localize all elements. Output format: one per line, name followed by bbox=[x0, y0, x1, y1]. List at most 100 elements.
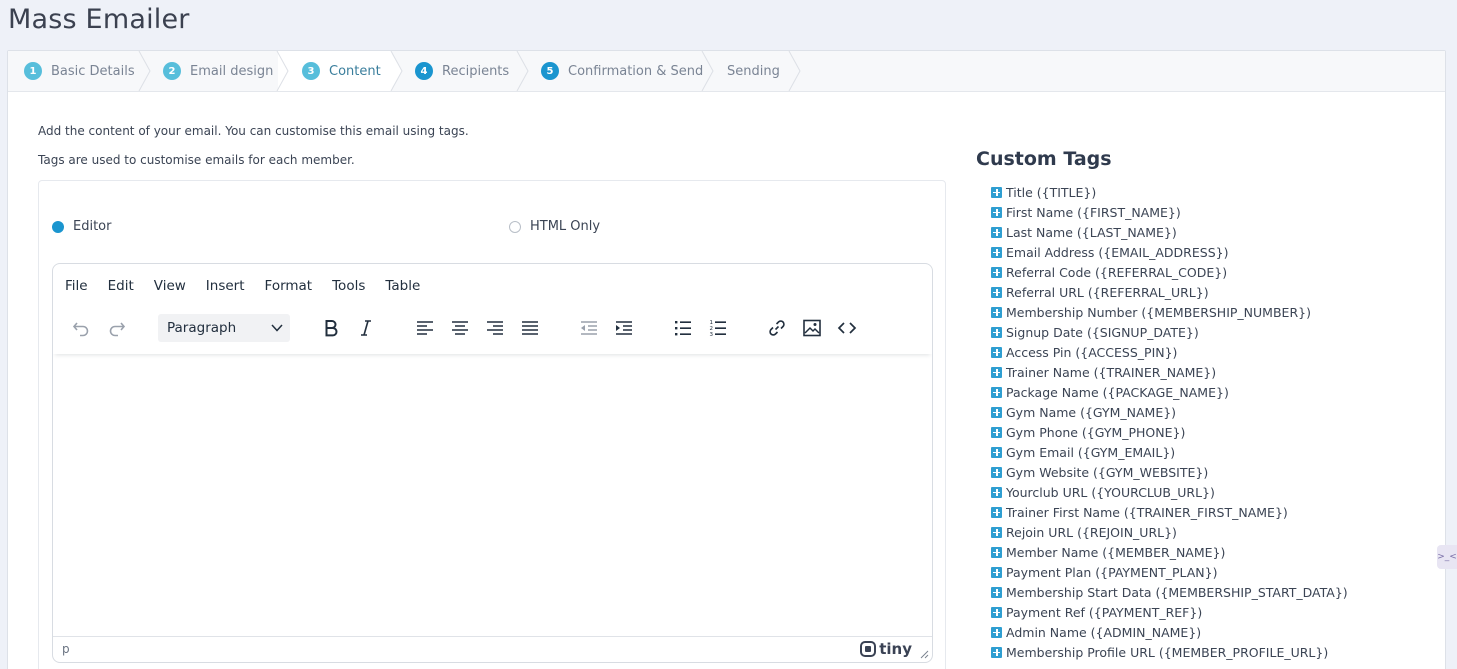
tag-item[interactable]: Gym Name ({GYM_NAME}) bbox=[991, 402, 1348, 422]
plus-icon[interactable] bbox=[991, 486, 1002, 498]
radio-selected-icon[interactable] bbox=[52, 220, 64, 233]
menu-insert[interactable]: Insert bbox=[206, 278, 245, 294]
step-separator-icon bbox=[138, 51, 151, 91]
menu-view[interactable]: View bbox=[154, 278, 186, 294]
plus-icon[interactable] bbox=[991, 566, 1002, 578]
tag-item[interactable]: Title ({TITLE}) bbox=[991, 182, 1348, 202]
menu-tools[interactable]: Tools bbox=[332, 278, 365, 294]
tag-item[interactable]: Admin Name ({ADMIN_NAME}) bbox=[991, 622, 1348, 642]
align-right-button[interactable] bbox=[481, 314, 509, 342]
menu-format[interactable]: Format bbox=[265, 278, 313, 294]
tag-item[interactable]: Membership Number ({MEMBERSHIP_NUMBER}) bbox=[991, 302, 1348, 322]
plus-icon[interactable] bbox=[991, 406, 1002, 418]
align-center-button[interactable] bbox=[446, 314, 474, 342]
plus-icon[interactable] bbox=[991, 426, 1002, 438]
mode-editor-label: Editor bbox=[73, 219, 112, 234]
tag-item[interactable]: Referral Code ({REFERRAL_CODE}) bbox=[991, 262, 1348, 282]
insert-image-button[interactable] bbox=[798, 314, 826, 342]
plus-icon[interactable] bbox=[991, 466, 1002, 478]
element-path[interactable]: p bbox=[62, 642, 70, 656]
tiny-branding[interactable]: tiny bbox=[860, 640, 912, 658]
mode-html-option[interactable]: HTML Only bbox=[509, 219, 600, 234]
source-code-button[interactable] bbox=[833, 314, 861, 342]
redo-icon bbox=[109, 322, 126, 337]
align-left-icon bbox=[417, 321, 433, 335]
wizard-step-content[interactable]: 3 Content bbox=[302, 51, 381, 91]
italic-icon bbox=[361, 320, 371, 336]
feedback-widget-tab[interactable]: >_< bbox=[1437, 545, 1457, 569]
tag-item[interactable]: First Name ({FIRST_NAME}) bbox=[991, 202, 1348, 222]
tag-item[interactable]: Email Address ({EMAIL_ADDRESS}) bbox=[991, 242, 1348, 262]
plus-icon[interactable] bbox=[991, 526, 1002, 538]
editor-statusbar: p tiny bbox=[53, 636, 932, 662]
plus-icon[interactable] bbox=[991, 646, 1002, 658]
plus-icon[interactable] bbox=[991, 186, 1002, 198]
tag-item[interactable]: Payment Plan ({PAYMENT_PLAN}) bbox=[991, 562, 1348, 582]
mode-editor-option[interactable]: Editor bbox=[52, 219, 111, 234]
plus-icon[interactable] bbox=[991, 586, 1002, 598]
tag-item[interactable]: Rejoin URL ({REJOIN_URL}) bbox=[991, 522, 1348, 542]
wizard-step-confirmation[interactable]: 5 Confirmation & Send bbox=[541, 51, 703, 91]
menu-edit[interactable]: Edit bbox=[108, 278, 134, 294]
insert-link-button[interactable] bbox=[763, 314, 791, 342]
plus-icon[interactable] bbox=[991, 306, 1002, 318]
plus-icon[interactable] bbox=[991, 546, 1002, 558]
menu-table[interactable]: Table bbox=[385, 278, 420, 294]
step-label: Email design bbox=[190, 63, 274, 79]
numbered-list-button[interactable]: 123 bbox=[704, 314, 732, 342]
tag-item[interactable]: Last Name ({LAST_NAME}) bbox=[991, 222, 1348, 242]
indent-button[interactable] bbox=[610, 314, 638, 342]
editor-menubar: File Edit View Insert Format Tools Table bbox=[61, 278, 436, 294]
plus-icon[interactable] bbox=[991, 506, 1002, 518]
block-format-select[interactable]: Paragraph bbox=[158, 314, 290, 342]
tag-item[interactable]: Signup Date ({SIGNUP_DATE}) bbox=[991, 322, 1348, 342]
svg-text:3: 3 bbox=[710, 332, 714, 338]
outdent-button[interactable] bbox=[575, 314, 603, 342]
tag-item[interactable]: Gym Email ({GYM_EMAIL}) bbox=[991, 442, 1348, 462]
tag-item[interactable]: Gym Website ({GYM_WEBSITE}) bbox=[991, 462, 1348, 482]
bullet-list-button[interactable] bbox=[669, 314, 697, 342]
plus-icon[interactable] bbox=[991, 246, 1002, 258]
undo-button[interactable] bbox=[67, 314, 95, 342]
plus-icon[interactable] bbox=[991, 446, 1002, 458]
wizard-step-basic-details[interactable]: 1 Basic Details bbox=[24, 51, 135, 91]
step-number: 1 bbox=[24, 62, 42, 80]
tag-item[interactable]: Package Name ({PACKAGE_NAME}) bbox=[991, 382, 1348, 402]
plus-icon[interactable] bbox=[991, 326, 1002, 338]
tiny-logo-icon bbox=[860, 641, 877, 657]
tag-item[interactable]: Yourclub URL ({YOURCLUB_URL}) bbox=[991, 482, 1348, 502]
tag-item[interactable]: Trainer Name ({TRAINER_NAME}) bbox=[991, 362, 1348, 382]
numbered-list-icon: 123 bbox=[710, 320, 726, 338]
tag-item[interactable]: Member Name ({MEMBER_NAME}) bbox=[991, 542, 1348, 562]
wizard-step-email-design[interactable]: 2 Email design bbox=[163, 51, 273, 91]
wizard-step-recipients[interactable]: 4 Recipients bbox=[415, 51, 509, 91]
code-icon bbox=[837, 322, 857, 334]
tag-item[interactable]: Trainer First Name ({TRAINER_FIRST_NAME}… bbox=[991, 502, 1348, 522]
align-left-button[interactable] bbox=[411, 314, 439, 342]
plus-icon[interactable] bbox=[991, 286, 1002, 298]
editor-content-area[interactable] bbox=[53, 354, 932, 636]
plus-icon[interactable] bbox=[991, 366, 1002, 378]
radio-unselected-icon[interactable] bbox=[509, 220, 521, 233]
resize-handle-icon[interactable] bbox=[920, 650, 929, 659]
plus-icon[interactable] bbox=[991, 346, 1002, 358]
justify-button[interactable] bbox=[516, 314, 544, 342]
plus-icon[interactable] bbox=[991, 266, 1002, 278]
plus-icon[interactable] bbox=[991, 226, 1002, 238]
wizard-step-sending[interactable]: Sending bbox=[727, 51, 780, 91]
tag-item[interactable]: Payment Ref ({PAYMENT_REF}) bbox=[991, 602, 1348, 622]
plus-icon[interactable] bbox=[991, 386, 1002, 398]
plus-icon[interactable] bbox=[991, 606, 1002, 618]
tag-item[interactable]: Membership Profile URL ({MEMBER_PROFILE_… bbox=[991, 642, 1348, 662]
plus-icon[interactable] bbox=[991, 626, 1002, 638]
tag-item[interactable]: Access Pin ({ACCESS_PIN}) bbox=[991, 342, 1348, 362]
italic-button[interactable] bbox=[352, 314, 380, 342]
page-title: Mass Emailer bbox=[8, 4, 190, 35]
tag-item[interactable]: Gym Phone ({GYM_PHONE}) bbox=[991, 422, 1348, 442]
redo-button[interactable] bbox=[103, 314, 131, 342]
plus-icon[interactable] bbox=[991, 206, 1002, 218]
tag-item[interactable]: Referral URL ({REFERRAL_URL}) bbox=[991, 282, 1348, 302]
bold-button[interactable] bbox=[317, 314, 345, 342]
menu-file[interactable]: File bbox=[65, 278, 88, 294]
tag-item[interactable]: Membership Start Data ({MEMBERSHIP_START… bbox=[991, 582, 1348, 602]
